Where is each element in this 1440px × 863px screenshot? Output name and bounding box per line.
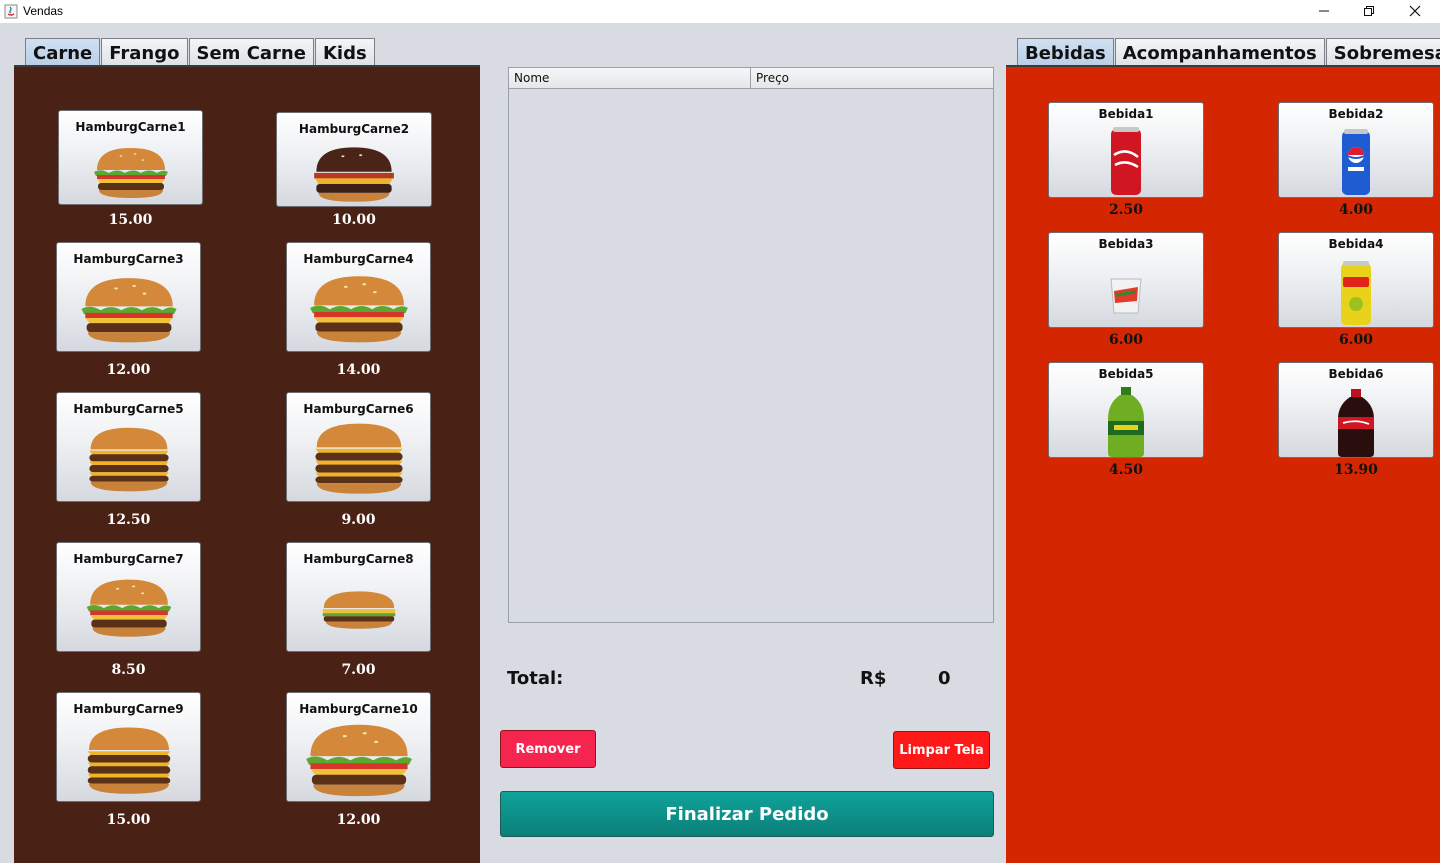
burger-image-icon — [80, 278, 177, 343]
coca-cola-can-icon — [1111, 127, 1141, 195]
drink-button-3[interactable]: Bebida3 — [1048, 232, 1204, 328]
guarana-bottle-icon — [1108, 387, 1144, 457]
burger-price: 9.00 — [341, 512, 376, 528]
burger-panel: HamburgCarne1 15.00 HamburgCarne2 10.00 … — [14, 67, 480, 863]
window-title: Vendas — [23, 4, 64, 18]
burger-price: 15.00 — [108, 212, 153, 228]
burger-name: HamburgCarne7 — [73, 552, 184, 566]
burger-image-icon — [305, 724, 412, 797]
tab-kids[interactable]: Kids — [314, 38, 375, 67]
tab-sobremesas[interactable]: Sobremesas — [1325, 38, 1440, 67]
minimize-icon — [1319, 10, 1329, 12]
burger-button-4[interactable]: HamburgCarne4 — [286, 242, 431, 352]
limpar-tela-button[interactable]: Limpar Tela — [893, 731, 990, 769]
burger-price: 15.00 — [106, 812, 151, 828]
burger-image-icon — [93, 148, 168, 198]
finalizar-pedido-button[interactable]: Finalizar Pedido — [500, 791, 994, 837]
burger-button-2[interactable]: HamburgCarne2 — [276, 112, 432, 207]
burger-name: HamburgCarne2 — [298, 122, 410, 136]
lipton-can-icon — [1341, 261, 1371, 325]
burger-price: 7.00 — [341, 662, 376, 678]
drink-category-tabs: Bebidas Acompanhamentos Sobremesas — [1017, 37, 1440, 67]
drink-button-1[interactable]: Bebida1 — [1048, 102, 1204, 198]
burger-name: HamburgCarne9 — [73, 702, 184, 716]
close-button[interactable] — [1392, 0, 1438, 22]
burger-price: 14.00 — [336, 362, 381, 378]
currency-label: R$ — [860, 668, 887, 689]
drink-name: Bebida6 — [1328, 367, 1384, 381]
burger-price: 12.50 — [106, 512, 151, 528]
pepsi-can-icon — [1342, 129, 1370, 195]
drink-button-4[interactable]: Bebida4 — [1278, 232, 1434, 328]
total-value: 0 — [938, 668, 951, 689]
minimize-button[interactable] — [1301, 0, 1347, 22]
close-icon — [1409, 5, 1421, 17]
burger-image-icon — [86, 579, 171, 637]
burger-name: HamburgCarne10 — [299, 702, 418, 716]
burger-button-8[interactable]: HamburgCarne8 — [286, 542, 431, 652]
drink-name: Bebida3 — [1098, 237, 1154, 251]
drink-price: 4.00 — [1338, 202, 1374, 218]
burger-name: HamburgCarne4 — [303, 252, 414, 266]
burger-button-3[interactable]: HamburgCarne3 — [56, 242, 201, 352]
burger-button-9[interactable]: HamburgCarne9 — [56, 692, 201, 802]
drink-name: Bebida2 — [1328, 107, 1384, 121]
drink-name: Bebida1 — [1098, 107, 1154, 121]
restore-icon — [1364, 6, 1374, 16]
burger-price: 8.50 — [111, 662, 146, 678]
tab-sem-carne[interactable]: Sem Carne — [188, 38, 314, 67]
tab-frango[interactable]: Frango — [101, 38, 188, 67]
order-table-header: Nome Preço — [509, 68, 993, 89]
burger-name: HamburgCarne8 — [303, 552, 414, 566]
burger-name: HamburgCarne6 — [303, 402, 414, 416]
burger-button-1[interactable]: HamburgCarne1 — [58, 110, 203, 205]
tab-bebidas[interactable]: Bebidas — [1017, 38, 1114, 67]
drink-name: Bebida4 — [1328, 237, 1384, 251]
drinks-panel: Bebida1 2.50 Bebida2 4.00 Bebida3 6.00 B… — [1006, 67, 1440, 863]
tab-carne[interactable]: Carne — [25, 38, 101, 67]
coca-cola-bottle-icon — [1338, 389, 1374, 457]
category-tabs: Carne Frango Sem Carne Kids — [25, 37, 376, 67]
burger-button-6[interactable]: HamburgCarne6 — [286, 392, 431, 502]
drink-button-6[interactable]: Bebida6 — [1278, 362, 1434, 458]
burger-button-10[interactable]: HamburgCarne10 — [286, 692, 431, 802]
guarana-cup-icon — [1110, 278, 1142, 314]
drink-price: 4.50 — [1108, 462, 1144, 478]
burger-price: 12.00 — [106, 362, 151, 378]
drink-button-2[interactable]: Bebida2 — [1278, 102, 1434, 198]
drink-name: Bebida5 — [1098, 367, 1154, 381]
total-label: Total: — [507, 668, 564, 689]
drink-price: 13.90 — [1334, 462, 1378, 478]
burger-image-icon — [314, 147, 394, 202]
burger-button-7[interactable]: HamburgCarne7 — [56, 542, 201, 652]
burger-button-5[interactable]: HamburgCarne5 — [56, 392, 201, 502]
drink-button-5[interactable]: Bebida5 — [1048, 362, 1204, 458]
tab-acompanhamentos[interactable]: Acompanhamentos — [1114, 38, 1325, 67]
remover-button[interactable]: Remover — [500, 730, 596, 768]
drink-price: 6.00 — [1108, 332, 1144, 348]
burger-name: HamburgCarne5 — [73, 402, 184, 416]
title-bar: Vendas — [0, 0, 1440, 23]
burger-name: HamburgCarne1 — [75, 120, 186, 134]
order-table[interactable]: Nome Preço — [508, 67, 994, 623]
java-app-icon — [4, 4, 18, 19]
burger-price: 12.00 — [336, 812, 381, 828]
burger-image-icon — [322, 591, 395, 629]
burger-image-icon — [309, 276, 408, 343]
burger-name: HamburgCarne3 — [73, 252, 184, 266]
burger-image-icon — [314, 423, 403, 494]
restore-button[interactable] — [1346, 0, 1392, 22]
drink-price: 2.50 — [1108, 202, 1144, 218]
burger-price: 10.00 — [332, 212, 376, 228]
column-header-preco[interactable]: Preço — [751, 68, 993, 88]
burger-image-icon — [88, 427, 169, 492]
drink-price: 6.00 — [1338, 332, 1374, 348]
column-header-nome[interactable]: Nome — [509, 68, 751, 88]
burger-image-icon — [87, 727, 170, 794]
